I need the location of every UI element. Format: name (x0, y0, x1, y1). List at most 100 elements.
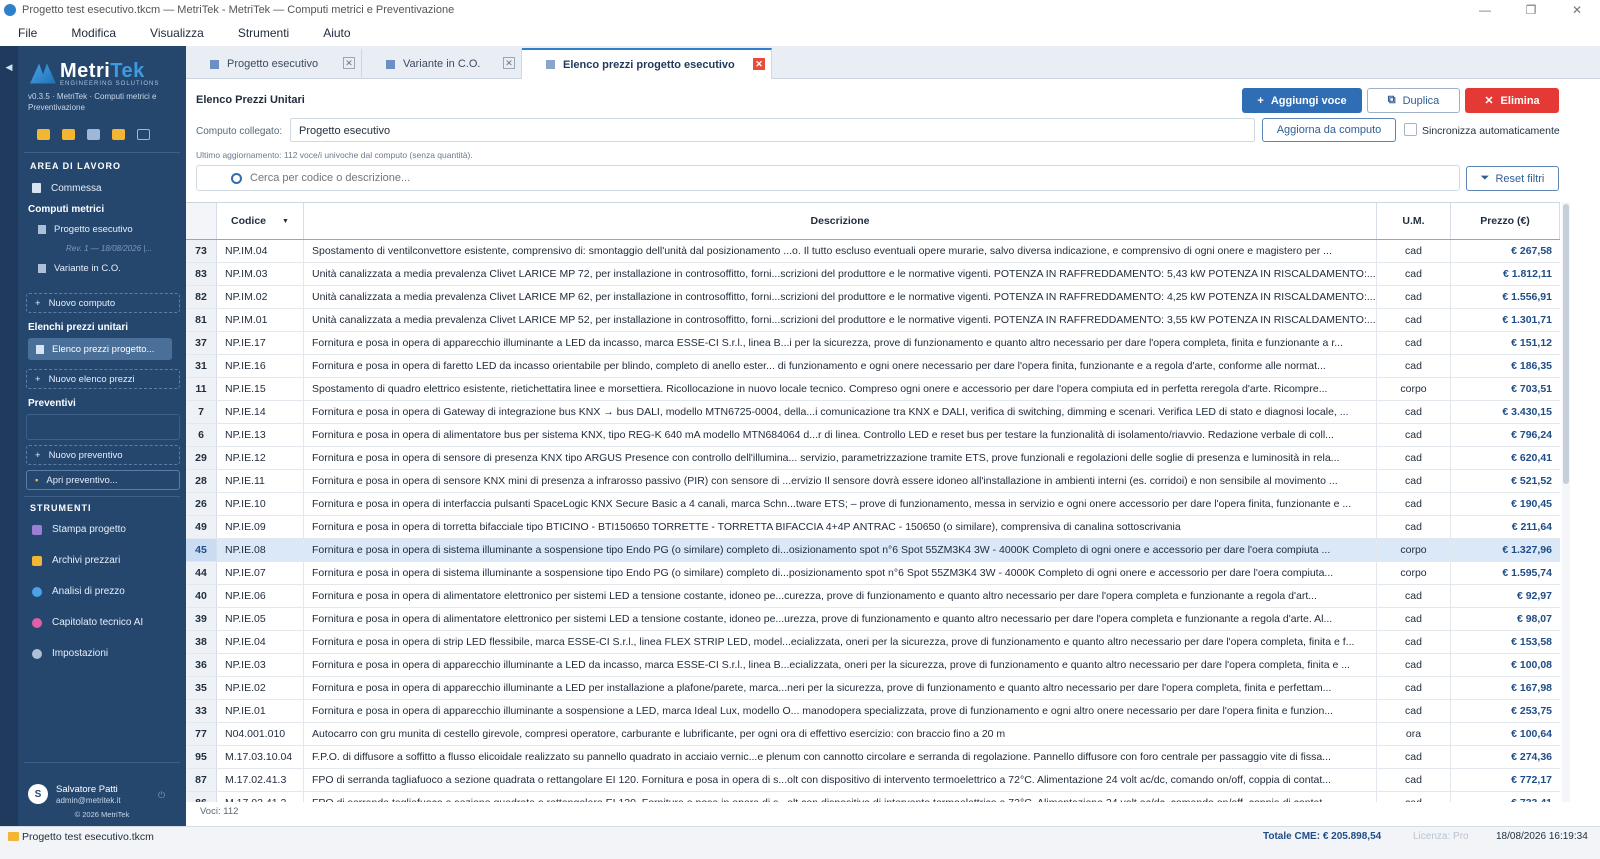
price-column-header[interactable]: Prezzo (€) (1451, 203, 1560, 239)
ai-icon[interactable] (132, 125, 154, 143)
code-column-header[interactable]: Codice ▼ (217, 203, 304, 239)
table-row[interactable]: 35 NP.IE.02 Fornitura e posa in opera di a… (186, 677, 1560, 700)
reset-filters-button[interactable]: ⏷ Reset filtri (1466, 166, 1559, 191)
price-cell: € 100,64 (1511, 728, 1552, 740)
new-computo-button[interactable]: + Nuovo computo (26, 293, 180, 313)
sidebar-item-elenco-1[interactable]: Elenco prezzi progetto... (28, 338, 172, 360)
table-row[interactable]: 29 NP.IE.12 Fornitura e posa in opera di s… (186, 447, 1560, 470)
table-row[interactable]: 73 NP.IM.04 Spostamento di ventilconvettor… (186, 240, 1560, 263)
sidebar-item-computo-1[interactable]: Progetto esecutivo (38, 224, 133, 235)
um-cell: cad (1377, 286, 1451, 308)
table-row[interactable]: 44 NP.IE.07 Fornitura e posa in opera di s… (186, 562, 1560, 585)
table-row[interactable]: 77 N04.001.010 Autocarro con gru munita di… (186, 723, 1560, 746)
table-row[interactable]: 6 NP.IE.13 Fornitura e posa in opera di al… (186, 424, 1560, 447)
collapse-arrow-icon[interactable]: ◀ (0, 62, 18, 73)
table-row[interactable]: 33 NP.IE.01 Fornitura e posa in opera di a… (186, 700, 1560, 723)
tool-stampa-progetto[interactable]: Stampa progetto (32, 524, 126, 535)
desc-cell: Fornitura e posa in opera di Gateway di … (304, 401, 1377, 423)
table-row[interactable]: 95 M.17.03.10.04 F.P.O. di diffusore a sof… (186, 746, 1560, 769)
duplicate-button[interactable]: ⧉ Duplica (1367, 88, 1460, 113)
um-column-header[interactable]: U.M. (1377, 203, 1451, 239)
um-cell: cad (1377, 424, 1451, 446)
logo-name-b: Tek (110, 60, 145, 82)
code-cell: NP.IM.03 (217, 263, 304, 285)
save-icon[interactable] (82, 125, 104, 143)
open-folder-icon[interactable] (57, 125, 79, 143)
table-row[interactable]: 86M.17.02.41.2FPO di serranda tagliafuoc… (186, 792, 1560, 802)
table-row[interactable]: 37 NP.IE.17 Fornitura e posa in opera di a… (186, 332, 1560, 355)
avatar[interactable]: S (28, 784, 48, 804)
table-row[interactable]: 36 NP.IE.03 Fornitura e posa in opera di a… (186, 654, 1560, 677)
table-row[interactable]: 82 NP.IM.02 Unità canalizzata a media prev… (186, 286, 1560, 309)
tab-elenco-prezzi[interactable]: Elenco prezzi progetto esecutivo ✕ (522, 48, 772, 79)
menu-file[interactable]: File (18, 26, 37, 40)
update-from-computo-button[interactable]: Aggiorna da computo (1262, 118, 1396, 142)
sheet-icon (38, 225, 46, 234)
auto-sync-checkbox[interactable] (1404, 123, 1417, 136)
menu-strumenti[interactable]: Strumenti (238, 26, 289, 40)
tool-impostazioni[interactable]: Impostazioni (32, 648, 108, 659)
tool-analisi-prezzo[interactable]: Analisi di prezzo (32, 586, 125, 597)
sheet-icon (36, 344, 44, 354)
tab-progetto-esecutivo[interactable]: Progetto esecutivo ✕ (186, 49, 362, 79)
status-datetime: 18/08/2026 16:19:34 (1496, 831, 1588, 842)
code-cell: NP.IE.08 (217, 539, 304, 561)
price-cell: € 253,75 (1511, 705, 1552, 717)
close-tab-icon[interactable]: ✕ (503, 57, 515, 69)
table-row[interactable]: 7 NP.IE.14 Fornitura e posa in opera di Ga… (186, 401, 1560, 424)
elenchi-header: Elenchi prezzi unitari (28, 322, 129, 333)
user-name: Salvatore Patti (56, 784, 118, 795)
table-row[interactable]: 87 M.17.02.41.3 FPO di serranda tagliafuoc… (186, 769, 1560, 792)
search-input[interactable] (250, 172, 1250, 184)
tab-variante[interactable]: Variante in C.O. ✕ (362, 49, 522, 79)
table-scrollbar[interactable] (1562, 202, 1570, 802)
table-row[interactable]: 45 NP.IE.08 Fornitura e posa in opera di s… (186, 539, 1560, 562)
row-number: 36 (186, 654, 217, 676)
table-row[interactable]: 31 NP.IE.16 Fornitura e posa in opera di f… (186, 355, 1560, 378)
desc-cell: Fornitura e posa in opera di strip LED f… (304, 631, 1377, 653)
add-voce-button[interactable]: + Aggiungi voce (1242, 88, 1362, 113)
menu-aiuto[interactable]: Aiuto (323, 26, 350, 40)
table-row[interactable]: 49 NP.IE.09 Fornitura e posa in opera di t… (186, 516, 1560, 539)
computo-select[interactable]: Progetto esecutivo (290, 118, 1255, 142)
table-row[interactable]: 11 NP.IE.15 Spostamento di quadro elettric… (186, 378, 1560, 401)
menu-modifica[interactable]: Modifica (71, 26, 116, 40)
table-row[interactable]: 39 NP.IE.05 Fornitura e posa in opera di a… (186, 608, 1560, 631)
computi-header: Computi metrici (28, 204, 105, 215)
um-cell: cad (1377, 447, 1451, 469)
desc-cell: FPO di serranda tagliafuoco a sezione qu… (304, 769, 1377, 791)
sidebar-item-commessa[interactable]: Commessa (18, 177, 186, 199)
table-row[interactable]: 83 NP.IM.03 Unità canalizzata a media prev… (186, 263, 1560, 286)
sidebar-item-computo-2[interactable]: Variante in C.O. (38, 263, 121, 274)
minimize-icon[interactable]: — (1462, 0, 1508, 20)
tool-capitolato-ai[interactable]: Capitolato tecnico AI (32, 617, 143, 628)
maximize-icon[interactable]: ❐ (1508, 0, 1554, 20)
table-row[interactable]: 26 NP.IE.10 Fornitura e posa in opera di i… (186, 493, 1560, 516)
close-tab-icon[interactable]: ✕ (343, 57, 355, 69)
new-file-icon[interactable] (32, 125, 54, 143)
menu-visualizza[interactable]: Visualizza (150, 26, 204, 40)
desc-cell: FPO di serranda tagliafuoco a sezione qu… (304, 792, 1377, 802)
desc-column-header[interactable]: Descrizione (304, 203, 1377, 239)
close-window-icon[interactable]: ✕ (1554, 0, 1600, 20)
open-preventivo-button[interactable]: ▪ Apri preventivo... (26, 470, 180, 490)
new-elenco-button[interactable]: + Nuovo elenco prezzi (26, 369, 180, 389)
tool-archivi-prezzari[interactable]: Archivi prezzari (32, 555, 120, 566)
table-row[interactable]: 81 NP.IM.01 Unità canalizzata a media prev… (186, 309, 1560, 332)
price-cell: € 190,45 (1511, 498, 1552, 510)
table-row[interactable]: 38 NP.IE.04 Fornitura e posa in opera di s… (186, 631, 1560, 654)
table-row[interactable]: 28 NP.IE.11 Fornitura e posa in opera di s… (186, 470, 1560, 493)
scrollbar-thumb[interactable] (1563, 204, 1569, 484)
sidebar-collapse-strip[interactable]: ◀ (0, 46, 18, 826)
table-row[interactable]: 40 NP.IE.06 Fornitura e posa in opera di a… (186, 585, 1560, 608)
um-cell: cad (1377, 263, 1451, 285)
price-cell: € 100,08 (1511, 659, 1552, 671)
logout-icon[interactable]: ⏻ (158, 790, 165, 801)
desc-cell: Unità canalizzata a media prevalenza Cli… (304, 263, 1377, 285)
new-preventivo-button[interactable]: + Nuovo preventivo (26, 445, 180, 465)
row-number: 31 (186, 355, 217, 377)
price-cell: € 1.595,74 (1502, 567, 1552, 579)
close-tab-icon[interactable]: ✕ (753, 58, 765, 70)
import-icon[interactable] (107, 125, 129, 143)
delete-button[interactable]: ✕ Elimina (1465, 88, 1559, 113)
